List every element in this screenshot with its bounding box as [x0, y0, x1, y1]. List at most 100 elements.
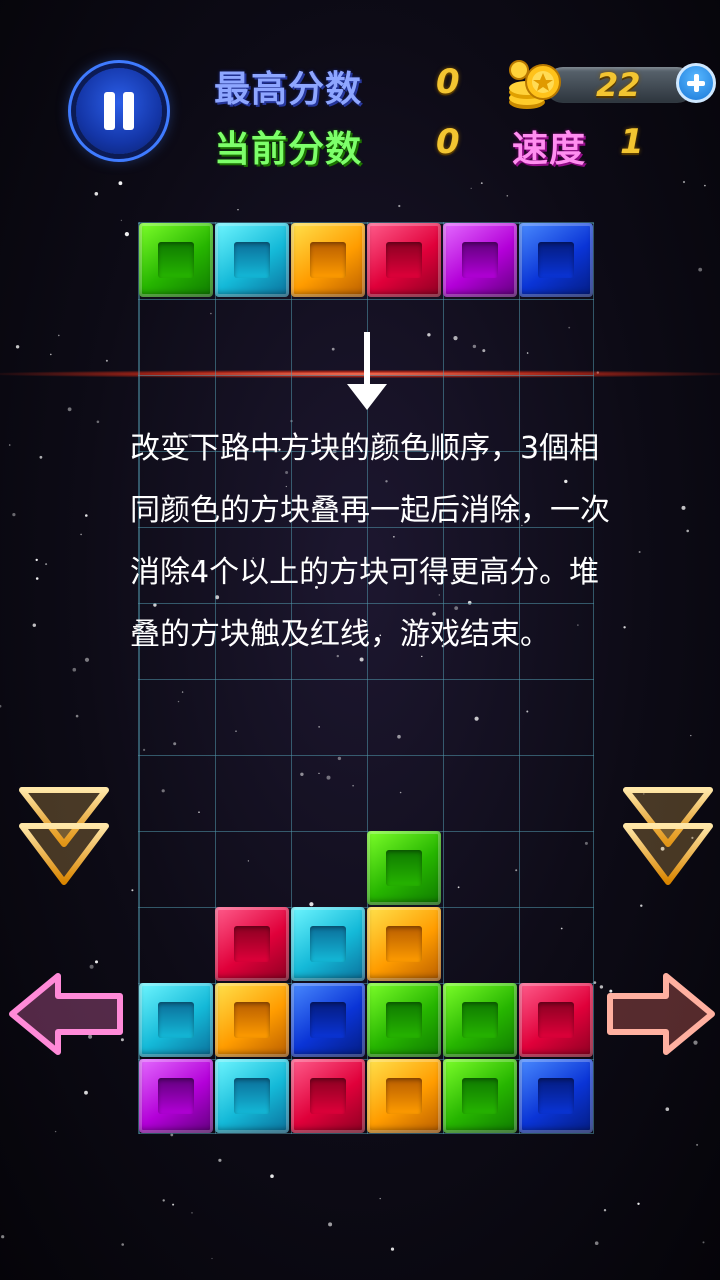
speed-value: 1 — [620, 122, 644, 162]
block-inner-square — [386, 1078, 422, 1114]
block-inner-square — [158, 242, 194, 278]
block-inner-square — [538, 242, 574, 278]
stack-block-green — [367, 983, 441, 1057]
star — [599, 985, 604, 989]
star — [1, 1235, 5, 1239]
star — [84, 1090, 88, 1095]
block-inner-square — [386, 926, 422, 962]
pause-button[interactable] — [76, 68, 162, 154]
stack-block-green — [367, 831, 441, 905]
star — [12, 513, 16, 517]
stack-block-red — [291, 1059, 365, 1133]
block-inner-square — [234, 1078, 270, 1114]
star — [665, 1107, 670, 1111]
star — [640, 904, 643, 907]
next-piece-block-green — [139, 223, 213, 297]
high-score-label: 最高分数 — [214, 69, 363, 110]
star — [45, 563, 48, 566]
next-piece-block-purple — [443, 223, 517, 297]
star — [638, 551, 641, 553]
drop-right-double-chevron-icon[interactable] — [618, 782, 718, 894]
star — [328, 1222, 333, 1227]
star — [94, 192, 99, 196]
block-inner-square — [538, 1002, 574, 1038]
block-inner-square — [310, 1002, 346, 1038]
block-inner-square — [234, 926, 270, 962]
star — [131, 889, 134, 892]
move-right-arrow-icon[interactable] — [604, 968, 718, 1060]
star — [118, 181, 123, 186]
block-inner-square — [234, 1002, 270, 1038]
star — [681, 505, 686, 510]
star — [35, 577, 39, 580]
add-coins-button[interactable] — [676, 63, 716, 103]
star — [54, 1130, 57, 1133]
star — [603, 1209, 607, 1212]
star — [686, 529, 689, 533]
stack-block-orange — [215, 983, 289, 1057]
star — [39, 455, 43, 459]
star — [15, 345, 20, 349]
stack-block-green — [443, 1059, 517, 1133]
arrow-down-icon — [347, 384, 387, 410]
star — [85, 514, 88, 517]
star — [72, 667, 77, 672]
high-score-value: 0 — [436, 62, 460, 102]
next-piece-block-blue — [519, 223, 593, 297]
block-inner-square — [462, 1002, 498, 1038]
stack-block-green — [443, 983, 517, 1057]
star — [0, 704, 2, 708]
block-inner-square — [158, 1078, 194, 1114]
drop-left-double-chevron-icon[interactable] — [14, 782, 114, 894]
star — [696, 1143, 699, 1146]
star — [121, 1243, 124, 1246]
star — [120, 219, 123, 222]
block-inner-square — [310, 242, 346, 278]
block-inner-square — [386, 1002, 422, 1038]
star — [390, 1247, 395, 1251]
stack-block-blue — [519, 1059, 593, 1133]
stack-block-cyan — [139, 983, 213, 1057]
current-score-value: 0 — [436, 122, 460, 162]
star — [67, 407, 72, 412]
block-inner-square — [234, 242, 270, 278]
current-score-label: 当前分数 — [214, 129, 363, 170]
pause-icon — [104, 92, 115, 130]
star — [690, 734, 692, 737]
block-inner-square — [462, 1078, 498, 1114]
star — [95, 960, 98, 964]
star — [172, 1203, 175, 1206]
star — [50, 353, 52, 356]
stack-block-blue — [291, 983, 365, 1057]
star — [594, 1241, 599, 1245]
block-inner-square — [310, 926, 346, 962]
move-left-arrow-icon[interactable] — [6, 968, 128, 1060]
star — [637, 1202, 640, 1206]
stack-block-red — [215, 907, 289, 981]
star — [58, 334, 60, 337]
star — [702, 1241, 705, 1244]
star — [506, 195, 509, 197]
block-inner-square — [310, 1078, 346, 1114]
next-piece-block-orange — [291, 223, 365, 297]
block-inner-square — [386, 242, 422, 278]
star — [35, 558, 38, 562]
star — [682, 180, 686, 184]
stack-block-cyan — [291, 907, 365, 981]
next-piece-block-cyan — [215, 223, 289, 297]
next-piece-block-red — [367, 223, 441, 297]
star — [218, 1158, 222, 1162]
block-inner-square — [158, 1002, 194, 1038]
instructions-text: 改变下路中方块的颜色顺序，3個相同颜色的方块叠再一起后消除，一次消除4个以上的方… — [130, 431, 610, 652]
star — [124, 232, 129, 237]
star — [379, 1197, 381, 1200]
star — [704, 184, 706, 187]
star — [80, 533, 82, 536]
star — [32, 623, 36, 627]
star — [237, 209, 239, 211]
star — [470, 187, 472, 189]
stack-block-cyan — [215, 1059, 289, 1133]
pause-icon-bar — [123, 92, 134, 130]
block-inner-square — [386, 850, 422, 886]
block-inner-square — [462, 242, 498, 278]
